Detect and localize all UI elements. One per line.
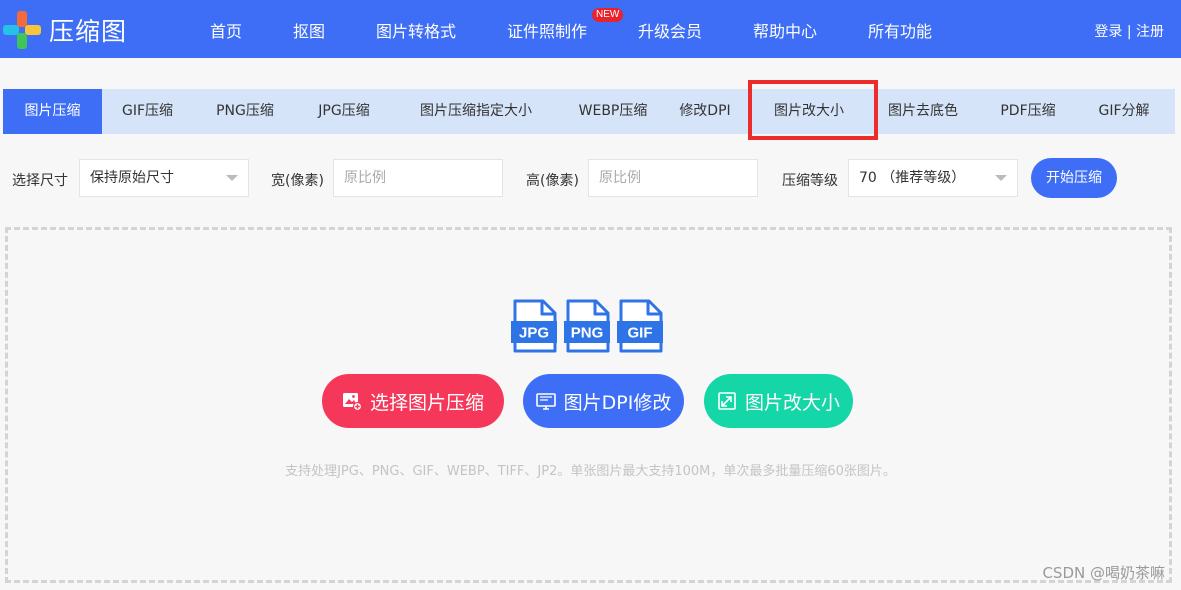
width-label: 宽(像素) (271, 173, 324, 189)
tab-jpg-compress[interactable]: JPG压缩 (297, 89, 391, 134)
level-select-value: 70 （推荐等级） (859, 170, 966, 186)
login-link[interactable]: 登录 (1094, 24, 1122, 40)
image-upload-icon (342, 393, 362, 411)
nav-convert-format[interactable]: 图片转格式 (376, 18, 456, 42)
dpi-modify-label: 图片DPI修改 (563, 391, 672, 414)
file-type-label: PNG (571, 325, 604, 342)
file-type-icons: JPG PNG GIF (511, 299, 663, 355)
nav-help-center[interactable]: 帮助中心 (753, 18, 817, 42)
gif-file-icon: GIF (617, 299, 663, 353)
supported-formats-hint: 支持处理JPG、PNG、GIF、WEBP、TIFF、JP2。单张图片最大支持10… (285, 464, 896, 479)
monitor-icon (535, 393, 556, 410)
tool-tabs: 图片压缩 GIF压缩 PNG压缩 JPG压缩 图片压缩指定大小 WEBP压缩 修… (3, 89, 1175, 134)
nav-id-photo[interactable]: 证件照制作 (507, 18, 587, 42)
nav-home[interactable]: 首页 (210, 18, 242, 42)
select-image-compress-label: 选择图片压缩 (369, 391, 484, 414)
start-compress-button[interactable]: 开始压缩 (1031, 158, 1117, 198)
size-select[interactable]: 保持原始尺寸 (79, 159, 249, 197)
auth-links: 登录 | 注册 (1094, 21, 1164, 41)
resize-image-label: 图片改大小 (744, 391, 840, 414)
jpg-file-icon: JPG (511, 299, 557, 353)
nav-cutout[interactable]: 抠图 (293, 18, 325, 42)
csdn-watermark: CSDN @喝奶茶嘛 (1042, 564, 1165, 582)
file-type-label: GIF (628, 325, 653, 342)
nav-all-features[interactable]: 所有功能 (868, 18, 932, 42)
tab-modify-dpi[interactable]: 修改DPI (665, 89, 745, 134)
resize-image-button[interactable]: 图片改大小 (704, 374, 853, 428)
brand-logo[interactable]: 压缩图 (3, 10, 127, 50)
dpi-modify-button[interactable]: 图片DPI修改 (523, 374, 684, 428)
register-link[interactable]: 注册 (1136, 24, 1164, 40)
tab-gif-split[interactable]: GIF分解 (1081, 89, 1167, 134)
tab-webp-compress[interactable]: WEBP压缩 (561, 89, 665, 134)
tab-compress-to-size[interactable]: 图片压缩指定大小 (391, 89, 561, 134)
tab-pdf-compress[interactable]: PDF压缩 (978, 89, 1078, 134)
chevron-down-icon (995, 175, 1007, 181)
height-label: 高(像素) (526, 173, 579, 189)
size-select-value: 保持原始尺寸 (90, 170, 174, 186)
resize-icon (718, 392, 736, 410)
size-label: 选择尺寸 (12, 173, 68, 189)
file-type-label: JPG (519, 325, 549, 342)
select-image-compress-button[interactable]: 选择图片压缩 (322, 374, 504, 428)
tab-resize-image[interactable]: 图片改大小 (753, 89, 865, 134)
tab-png-compress[interactable]: PNG压缩 (193, 89, 297, 134)
logo-icon (3, 11, 41, 49)
tab-gif-compress[interactable]: GIF压缩 (102, 89, 193, 134)
tab-image-compress[interactable]: 图片压缩 (3, 89, 102, 134)
auth-separator: | (1122, 24, 1136, 40)
png-file-icon: PNG (564, 299, 610, 353)
new-badge: NEW (592, 8, 624, 22)
height-input[interactable] (588, 159, 758, 197)
level-label: 压缩等级 (782, 173, 838, 189)
width-input[interactable] (333, 159, 503, 197)
tab-remove-background[interactable]: 图片去底色 (873, 89, 973, 134)
nav-upgrade-vip[interactable]: 升级会员 (638, 18, 702, 42)
top-header: 压缩图 首页 抠图 图片转格式 证件照制作 NEW 升级会员 帮助中心 所有功能… (0, 0, 1181, 58)
chevron-down-icon (226, 175, 238, 181)
brand-name: 压缩图 (49, 17, 128, 46)
level-select[interactable]: 70 （推荐等级） (848, 159, 1018, 197)
